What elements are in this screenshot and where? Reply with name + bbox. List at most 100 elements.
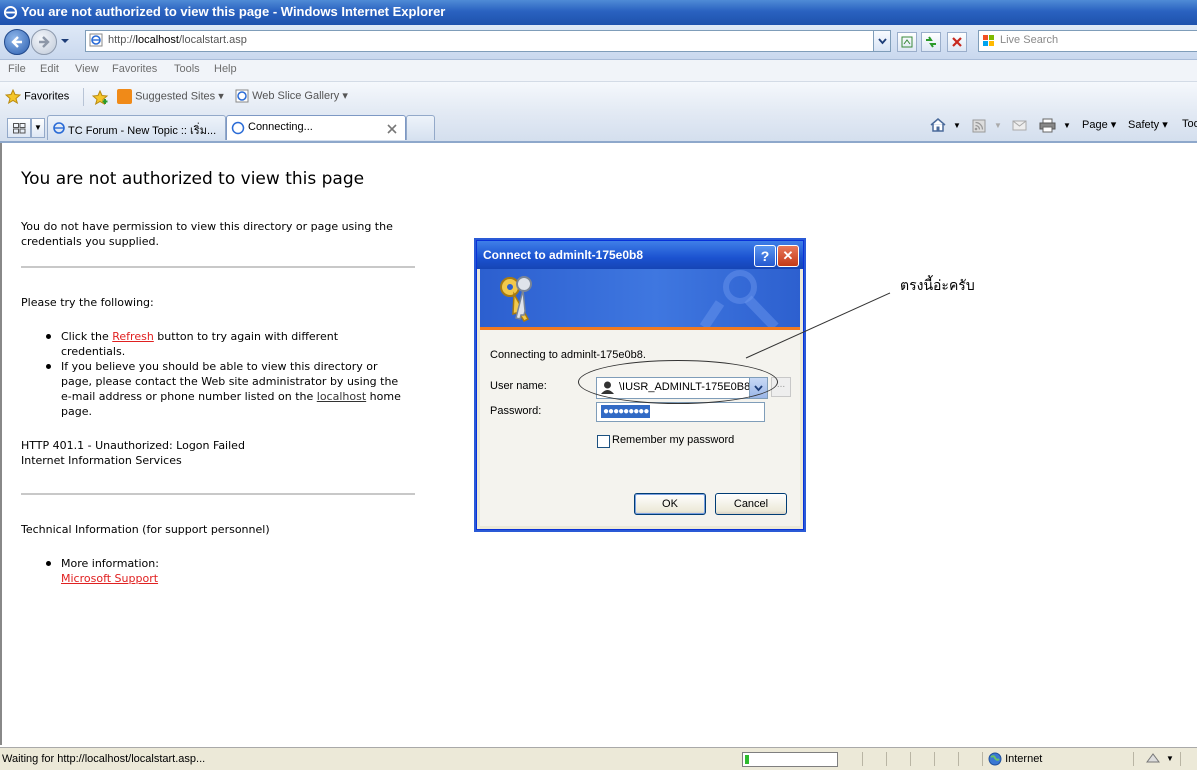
compatibility-icon xyxy=(901,36,913,48)
suggested-sites-label: Suggested Sites xyxy=(135,90,216,103)
annotation-ellipse xyxy=(578,360,778,404)
new-tab-button[interactable] xyxy=(406,115,435,140)
bullet1-pre: Click the xyxy=(61,330,113,343)
tech-info-heading: Technical Information (for support perso… xyxy=(21,523,270,536)
refresh-icon xyxy=(926,36,936,48)
window-title-bar[interactable]: You are not authorized to view this page… xyxy=(0,0,1197,25)
menu-file[interactable]: File xyxy=(8,63,26,75)
user-name-label: User name: xyxy=(490,380,547,392)
more-info: More information: Microsoft Support xyxy=(61,556,159,586)
server-name: Internet Information Services xyxy=(21,454,182,467)
microsoft-support-link[interactable]: Microsoft Support xyxy=(61,572,158,585)
page-ie-icon xyxy=(89,33,103,47)
live-search-icon xyxy=(983,35,994,46)
menu-tools[interactable]: Tools xyxy=(174,63,200,75)
tab-tc-forum[interactable]: TC Forum - New Topic :: เริ่ม... xyxy=(47,115,226,140)
tab-list-dropdown[interactable]: ▼ xyxy=(31,118,45,138)
tab-connecting[interactable]: Connecting... xyxy=(226,115,406,140)
address-input[interactable]: http://localhost/localstart.asp xyxy=(85,30,891,52)
http-error-code: HTTP 401.1 - Unauthorized: Logon Failed xyxy=(21,439,245,452)
favorites-label: Favorites xyxy=(24,90,70,103)
stop-icon xyxy=(952,37,962,47)
status-divider xyxy=(910,752,911,766)
arrow-right-icon xyxy=(39,36,50,48)
page-menu[interactable]: Page ▾ xyxy=(1082,118,1116,131)
try-heading: Please try the following: xyxy=(21,296,154,309)
favorites-button[interactable]: Favorites xyxy=(4,88,70,105)
print-dropdown[interactable]: ▼ xyxy=(1063,121,1071,130)
intro-text: You do not have permission to view this … xyxy=(21,219,393,249)
address-dropdown-button[interactable] xyxy=(873,31,890,51)
status-divider xyxy=(886,752,887,766)
add-to-favorites-icon[interactable] xyxy=(92,90,110,105)
status-divider xyxy=(934,752,935,766)
status-divider xyxy=(1180,752,1181,766)
print-icon[interactable] xyxy=(1039,118,1056,133)
protected-mode-icon[interactable] xyxy=(1145,752,1161,766)
close-tab-icon[interactable] xyxy=(387,124,397,134)
url-host: localhost xyxy=(135,34,179,46)
divider xyxy=(21,266,415,268)
ok-button[interactable]: OK xyxy=(634,493,706,515)
refresh-link[interactable]: Refresh xyxy=(112,330,154,343)
suggested-sites-link[interactable]: Suggested Sites ▾ xyxy=(117,89,224,104)
progress-fill xyxy=(745,755,749,764)
intro-line2: credentials you supplied. xyxy=(21,235,159,248)
keys-icon xyxy=(500,276,532,322)
arrow-left-icon xyxy=(11,36,22,48)
remember-password-label[interactable]: Remember my password xyxy=(612,434,734,446)
tab-bar: ▼ TC Forum - New Topic :: เริ่ม... Conne… xyxy=(0,112,1197,143)
refresh-button[interactable] xyxy=(921,32,941,52)
password-field[interactable]: ●●●●●●●●● xyxy=(596,402,765,422)
home-icon[interactable] xyxy=(929,117,947,133)
tools-menu[interactable]: Too xyxy=(1182,118,1197,130)
feeds-icon[interactable] xyxy=(972,119,986,133)
search-input[interactable]: Live Search xyxy=(978,30,1197,52)
search-placeholder: Live Search xyxy=(1000,34,1059,46)
forward-button[interactable] xyxy=(31,29,57,55)
url-prefix: http:// xyxy=(108,34,136,46)
dialog-title: Connect to adminlt-175e0b8 xyxy=(483,248,644,262)
page-title: You are not authorized to view this page xyxy=(21,169,365,189)
cancel-button[interactable]: Cancel xyxy=(715,493,787,515)
feeds-dropdown[interactable]: ▼ xyxy=(994,121,1002,130)
menu-favorites[interactable]: Favorites xyxy=(112,63,157,75)
navigation-bar: http://localhost/localstart.asp Live Sea… xyxy=(0,25,1197,60)
remember-password-checkbox[interactable] xyxy=(597,435,610,448)
menu-bar: File Edit View Favorites Tools Help xyxy=(0,60,1197,82)
status-text: Waiting for http://localhost/localstart.… xyxy=(2,753,206,765)
page-menu-label: Page xyxy=(1082,119,1108,131)
recent-pages-dropdown-icon[interactable] xyxy=(60,37,70,45)
dialog-title-bar[interactable]: Connect to adminlt-175e0b8 ? ✕ xyxy=(477,241,803,269)
ie-page-icon xyxy=(53,122,65,134)
quick-tabs-button[interactable] xyxy=(7,118,31,138)
connecting-text: Connecting to adminlt-175e0b8. xyxy=(490,349,646,361)
menu-help[interactable]: Help xyxy=(214,63,237,75)
annotation-text: ตรงนี้อ่ะครับ xyxy=(900,278,975,294)
zoom-dropdown[interactable]: ▼ xyxy=(1166,754,1174,763)
web-slice-gallery-link[interactable]: Web Slice Gallery ▾ xyxy=(235,89,348,103)
error-details: HTTP 401.1 - Unauthorized: Logon Failed … xyxy=(21,438,245,468)
close-button[interactable]: ✕ xyxy=(777,245,799,267)
stop-button[interactable] xyxy=(947,32,967,52)
read-mail-icon[interactable] xyxy=(1012,119,1027,132)
intro-line1: You do not have permission to view this … xyxy=(21,220,393,233)
help-button[interactable]: ? xyxy=(754,245,776,267)
security-zone[interactable]: Internet xyxy=(988,752,1042,766)
more-info-label: More information: xyxy=(61,557,159,570)
home-dropdown[interactable]: ▼ xyxy=(953,121,961,130)
safety-menu[interactable]: Safety ▾ xyxy=(1128,118,1168,131)
suggested-sites-icon xyxy=(117,89,132,104)
status-divider xyxy=(1133,752,1134,766)
back-button[interactable] xyxy=(4,29,30,55)
bullet-refresh: Click the Refresh button to try again wi… xyxy=(61,329,338,359)
localhost-link[interactable]: localhost xyxy=(317,390,366,403)
menu-edit[interactable]: Edit xyxy=(40,63,59,75)
globe-icon xyxy=(988,752,1002,766)
bullet2-line2: page, please contact the Web site admini… xyxy=(61,375,399,388)
bullet-dot xyxy=(46,364,51,369)
bullet-dot xyxy=(46,334,51,339)
loading-progress-bar xyxy=(742,752,838,767)
compatibility-view-button[interactable] xyxy=(897,32,917,52)
menu-view[interactable]: View xyxy=(75,63,99,75)
